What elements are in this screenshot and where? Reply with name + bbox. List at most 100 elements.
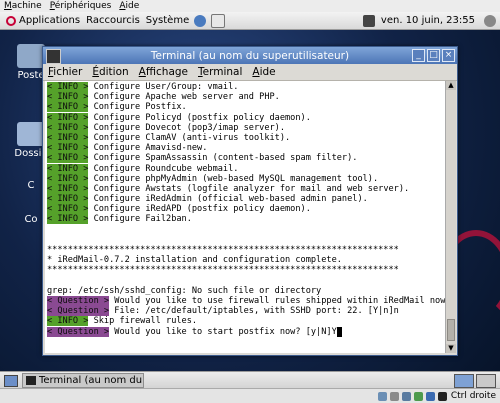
disk-icon <box>377 391 387 401</box>
menu-fichier[interactable]: Fichier <box>43 66 87 78</box>
info-tag: < INFO > <box>47 82 89 92</box>
info-tag: < INFO > <box>47 143 89 154</box>
workspace-2[interactable] <box>476 374 496 388</box>
scroll-down-arrow-icon[interactable]: ▼ <box>446 344 456 353</box>
terminal-line: ****************************************… <box>47 245 443 255</box>
applications-menu[interactable]: Applications <box>6 15 80 26</box>
terminal-scrollbar[interactable]: ▲ ▼ <box>445 81 456 353</box>
top-panel: Applications Raccourcis Système ven. 10 … <box>0 12 500 30</box>
desktop-icon-label: Co <box>24 214 38 225</box>
info-tag: < INFO > <box>47 173 89 184</box>
browser-launcher-icon[interactable] <box>194 14 207 27</box>
menu-edition[interactable]: Édition <box>87 66 133 78</box>
raccourcis-menu[interactable]: Raccourcis <box>86 15 140 26</box>
terminal-line-text: Configure Dovecot (pop3/imap server). <box>88 122 286 133</box>
maximize-button[interactable]: □ <box>427 49 440 62</box>
terminal-line-text: Configure Awstats (logfile analyzer for … <box>88 183 410 194</box>
vm-menu-machine[interactable]: Machine <box>0 1 46 11</box>
applications-label: Applications <box>19 15 81 26</box>
info-tag: < INFO > <box>47 194 89 205</box>
terminal-line: < INFO > Configure Fail2ban. <box>47 214 443 225</box>
question-tag: < Question > <box>47 295 110 306</box>
terminal-line-text: File: /etc/default/iptables, with SSHD p… <box>109 306 399 317</box>
menu-aide[interactable]: Aide <box>247 66 280 78</box>
close-button[interactable]: × <box>442 49 455 62</box>
terminal-line-text: Configure Fail2ban. <box>88 214 192 225</box>
window-titlebar[interactable]: Terminal (au nom du superutilisateur) _ … <box>43 47 457 64</box>
mail-launcher-icon[interactable] <box>211 13 226 28</box>
terminal-window: Terminal (au nom du superutilisateur) _ … <box>42 46 458 356</box>
terminal-line-text: Configure User/Group: vmail. <box>88 82 239 92</box>
vm-menu-peripheriques[interactable]: Périphériques <box>46 1 116 11</box>
menu-affichage[interactable]: Affichage <box>134 66 193 78</box>
terminal-line-text: ****************************************… <box>47 265 399 276</box>
info-tag: < INFO > <box>47 153 89 164</box>
terminal-line-text: Would you like to use firewall rules shi… <box>109 295 445 306</box>
terminal-line: < INFO > Configure SpamAssassin (content… <box>47 153 443 164</box>
terminal-line-text: Configure SpamAssassin (content-based sp… <box>88 153 358 164</box>
info-tag: < INFO > <box>47 214 89 225</box>
terminal-line-text: Configure phpMyAdmin (web-based MySQL ma… <box>88 173 379 184</box>
terminal-line: < Question > Would you like to start pos… <box>47 326 443 337</box>
network-icon[interactable] <box>362 14 375 27</box>
info-tag: < INFO > <box>47 122 89 133</box>
scrollbar-thumb[interactable] <box>447 319 455 341</box>
terminal-line-text: Configure ClamAV (anti-virus toolkit). <box>88 132 291 143</box>
bottom-panel: Terminal (au nom du ... <box>0 371 500 389</box>
systeme-menu[interactable]: Système <box>146 15 189 26</box>
terminal-line: ****************************************… <box>47 265 443 275</box>
clock[interactable]: ven. 10 juin, 23:55 <box>381 15 475 26</box>
taskbar-item-label: Terminal (au nom du ... <box>39 375 144 386</box>
power-icon[interactable] <box>484 14 496 27</box>
terminal-line: < Question > File: /etc/default/iptables… <box>47 306 443 317</box>
taskbar-item-terminal[interactable]: Terminal (au nom du ... <box>22 373 144 388</box>
terminal-line-text: Skip firewall rules. <box>88 316 198 327</box>
terminal-line: < INFO > Configure Dovecot (pop3/imap se… <box>47 122 443 133</box>
terminal-line: < Question > Would you like to use firew… <box>47 295 445 306</box>
info-tag: < INFO > <box>47 112 89 123</box>
terminal-line: < INFO > Configure Postfix. <box>47 102 443 113</box>
terminal-line-text: Configure Postfix. <box>88 102 187 113</box>
terminal-line: < INFO > Configure Policyd (postfix poli… <box>47 112 443 123</box>
usb-icon <box>401 391 411 401</box>
terminal-line: < INFO > Configure Apache web server and… <box>47 92 443 103</box>
terminal-line-text: Configure Policyd (postfix policy daemon… <box>88 112 311 123</box>
network-adapter-icon <box>413 391 423 401</box>
terminal-line: < INFO > Configure iRedAPD (postfix poli… <box>47 204 443 215</box>
terminal-icon <box>26 376 36 385</box>
terminal-line-text: Would you like to start postfix now? [y|… <box>109 326 337 337</box>
info-tag: < INFO > <box>47 316 89 327</box>
terminal-line-text: * iRedMail-0.7.2 installation and config… <box>47 255 342 266</box>
scroll-up-arrow-icon[interactable]: ▲ <box>446 81 456 90</box>
terminal-line: < INFO > Configure phpMyAdmin (web-based… <box>47 173 443 184</box>
terminal-line: < INFO > Configure User/Group: vmail. <box>47 82 443 92</box>
vm-menu-aide[interactable]: Aide <box>115 1 143 11</box>
text-cursor <box>336 326 342 337</box>
info-tag: < INFO > <box>47 204 89 215</box>
terminal-line: * iRedMail-0.7.2 installation and config… <box>47 255 443 265</box>
info-tag: < INFO > <box>47 183 89 194</box>
raccourcis-label: Raccourcis <box>86 15 140 26</box>
vm-statusbar: Ctrl droite <box>0 388 500 403</box>
info-tag: < INFO > <box>47 132 89 143</box>
folder-icon <box>17 122 45 146</box>
terminal-icon <box>46 49 61 64</box>
desktop-icon-label: Poste <box>17 70 45 81</box>
window-title: Terminal (au nom du superutilisateur) <box>150 49 350 62</box>
terminal-menubar: Fichier Édition Affichage Terminal Aide <box>43 64 457 81</box>
info-tag: < INFO > <box>47 163 89 174</box>
computer-icon <box>17 44 45 68</box>
workspace-switcher <box>452 374 496 388</box>
desktop-icon-label: C <box>27 180 35 191</box>
minimize-button[interactable]: _ <box>412 49 425 62</box>
terminal-line: < INFO > Configure iRedAdmin (official w… <box>47 194 443 205</box>
terminal-line: < INFO > Configure Amavisd-new. <box>47 143 443 154</box>
info-tag: < INFO > <box>47 102 89 113</box>
workspace-1[interactable] <box>454 374 474 388</box>
show-desktop-icon[interactable] <box>4 375 18 387</box>
terminal-output[interactable]: < INFO > Configure User/Group: vmail. < I… <box>45 81 445 353</box>
menu-terminal[interactable]: Terminal <box>193 66 247 78</box>
